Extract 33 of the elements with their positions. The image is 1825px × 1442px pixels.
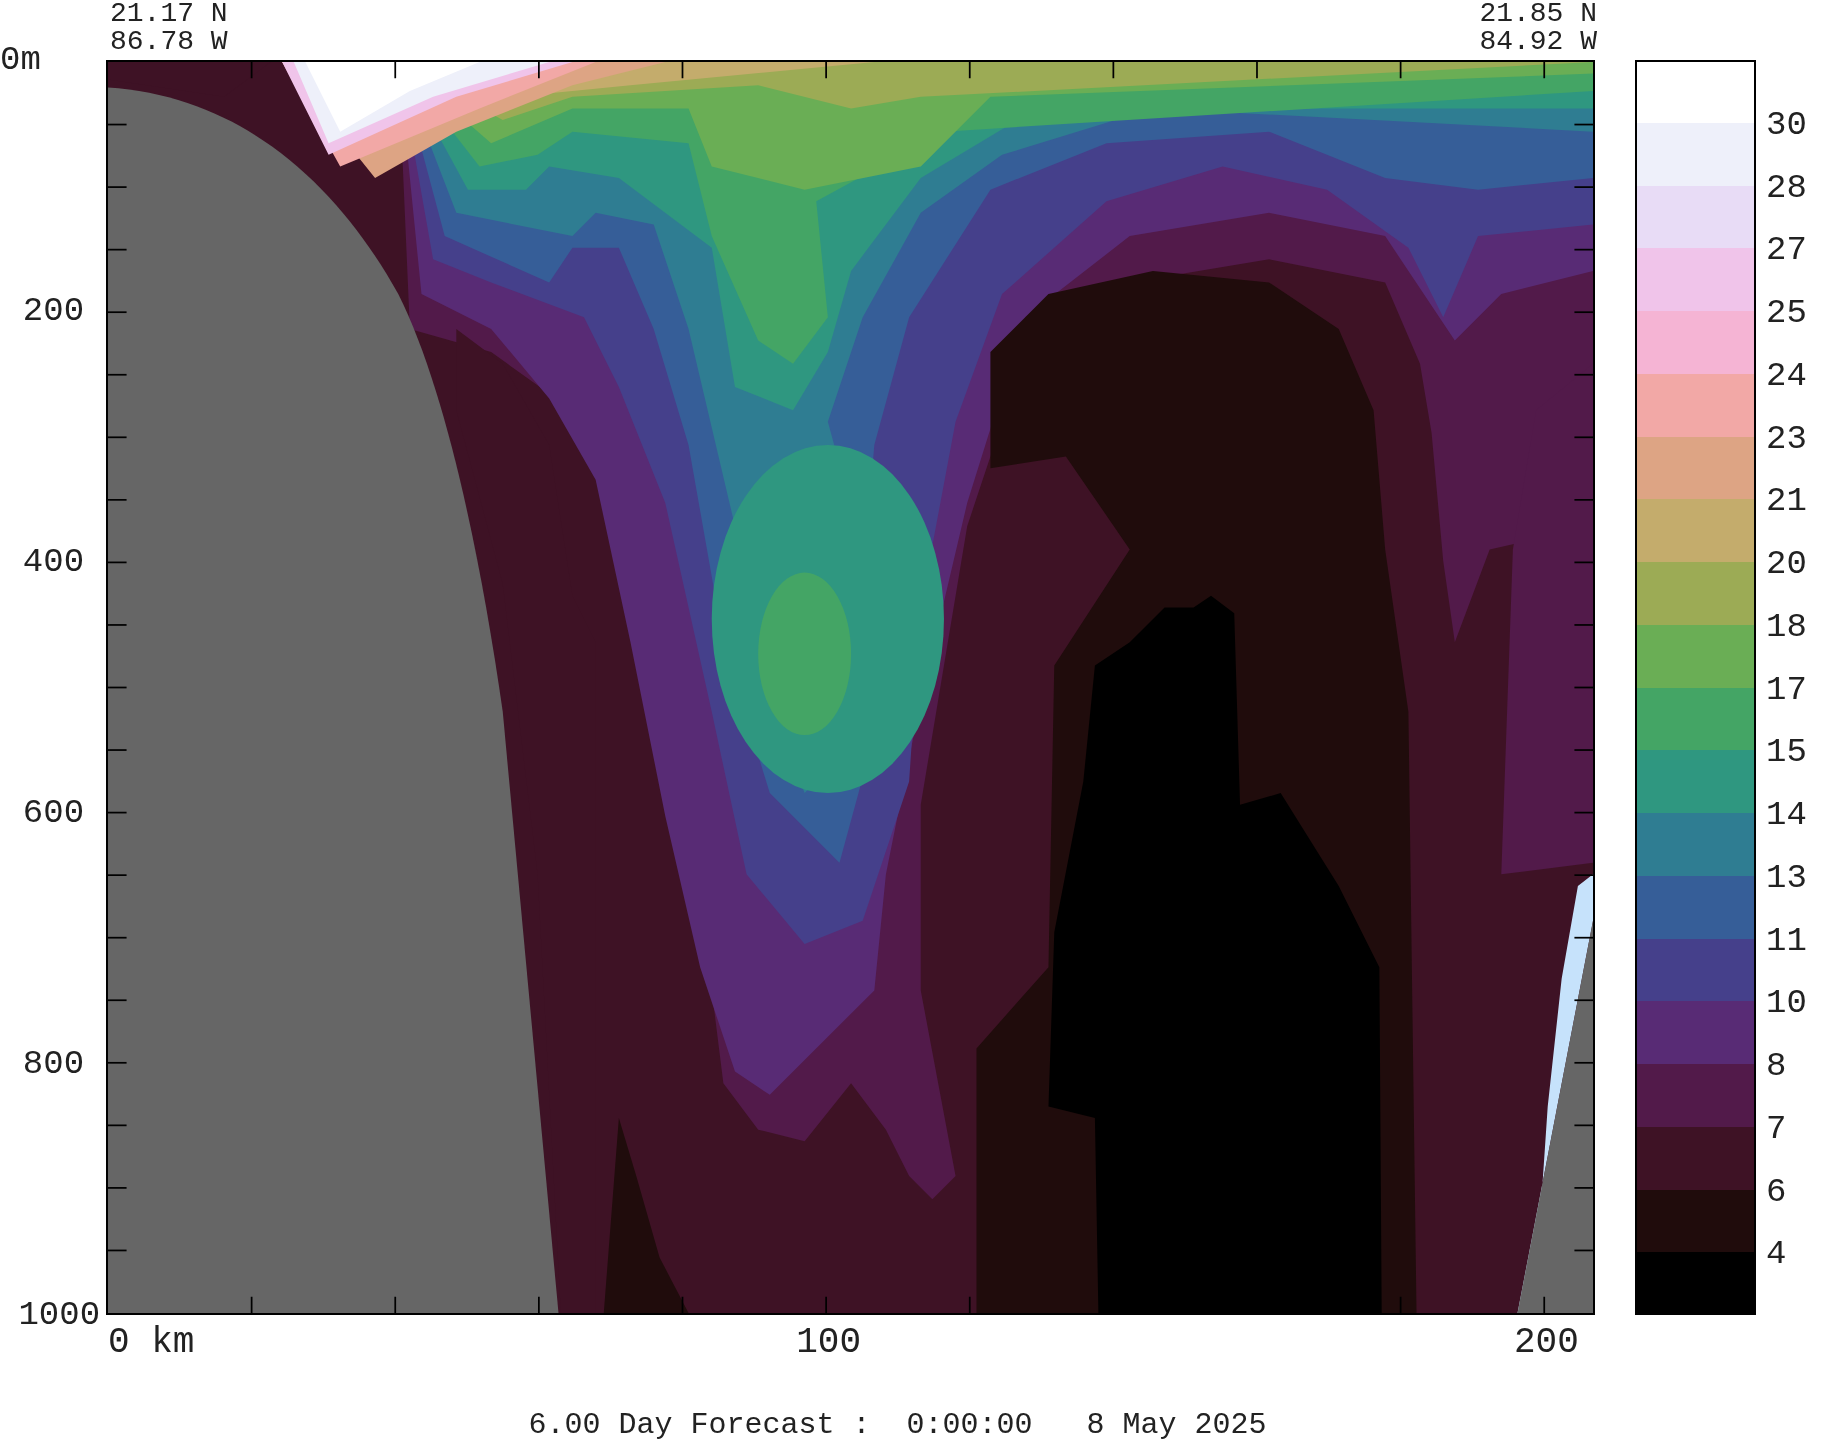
distance-label: 200: [1513, 1323, 1579, 1363]
depth-label: 400: [22, 544, 85, 580]
distance-label: 0 km: [108, 1323, 195, 1363]
scale-value-label: 10: [1766, 985, 1807, 1022]
depth-label: 1000: [18, 1297, 101, 1333]
forecast-caption: 6.00 Day Forecast : 0:00:00 8 May 2025: [528, 1408, 1267, 1442]
scale-value-label: 4: [1766, 1236, 1787, 1273]
depth-label: 600: [22, 795, 85, 831]
scale-value-label: 13: [1766, 859, 1807, 896]
scale-value-label: 7: [1766, 1110, 1787, 1147]
longitude-label: 84.92 W: [1479, 28, 1597, 56]
scale-value-label: 15: [1766, 734, 1807, 771]
scale-value-label: 6: [1766, 1173, 1787, 1210]
scale-value-label: 8: [1766, 1048, 1787, 1084]
scale-value-label: 25: [1766, 295, 1807, 331]
scale-value-label: 27: [1766, 232, 1807, 269]
scale-value-label: 11: [1766, 922, 1807, 959]
depth-label: 200: [22, 293, 85, 329]
scale-value-label: 20: [1766, 546, 1807, 582]
distance-label: 100: [796, 1323, 862, 1363]
scale-value-label: 24: [1766, 357, 1807, 394]
scale-value-label: 21: [1766, 483, 1807, 520]
latitude-label: 21.17 N: [110, 0, 228, 28]
latitude-label: 21.85 N: [1479, 0, 1597, 28]
scale-value-label: 14: [1766, 797, 1807, 833]
scale-value-label: 28: [1766, 169, 1807, 206]
scale-value-label: 17: [1766, 671, 1807, 708]
depth-label: 800: [22, 1046, 85, 1082]
depth-label: 0m: [0, 42, 41, 78]
scale-value-label: 23: [1766, 420, 1807, 457]
scale-value-label: 18: [1766, 608, 1807, 645]
scale-value-label: 30: [1766, 106, 1807, 143]
longitude-label: 86.78 W: [110, 28, 228, 56]
